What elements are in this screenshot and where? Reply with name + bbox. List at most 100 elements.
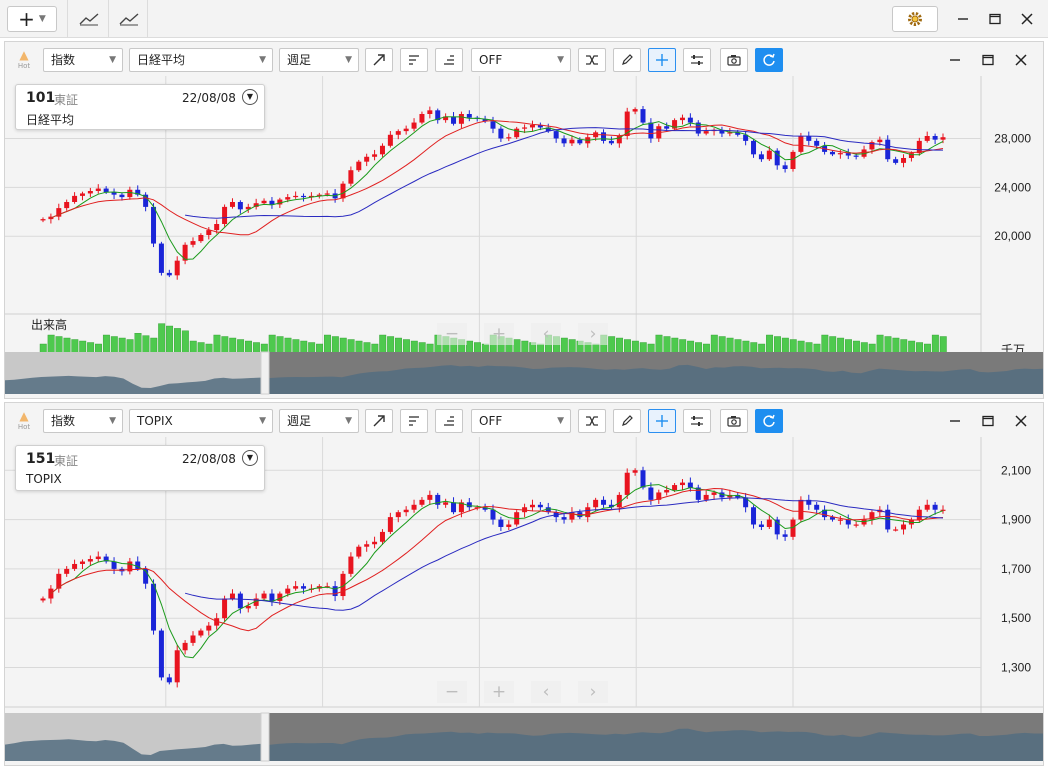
- camera-button[interactable]: [720, 409, 748, 433]
- y-tick-label: 1,700: [1001, 562, 1031, 576]
- volume-bar: [608, 336, 616, 355]
- type-select[interactable]: 指数 ▼: [43, 409, 123, 433]
- period-select-value: 週足: [287, 414, 312, 428]
- candle-body: [206, 230, 212, 235]
- chart-tab-icon[interactable]: [112, 4, 146, 34]
- volume-bar: [402, 339, 410, 355]
- refresh-button[interactable]: [755, 409, 783, 433]
- navigator-handle[interactable]: [260, 351, 270, 395]
- zoom-in-icon[interactable]: +: [492, 682, 506, 702]
- candle-body: [72, 195, 78, 202]
- volume-bar: [718, 336, 726, 355]
- hot-icon[interactable]: ▲ Hot: [14, 409, 34, 433]
- pencil-button[interactable]: [613, 48, 641, 72]
- close-icon[interactable]: [1009, 409, 1033, 433]
- maximize-icon[interactable]: [976, 409, 1000, 433]
- candle-body: [379, 531, 385, 542]
- chevron-down-icon[interactable]: ▼: [242, 89, 258, 105]
- zoom-in-icon[interactable]: +: [492, 324, 506, 344]
- trendline-button[interactable]: [365, 48, 393, 72]
- volume-bar: [766, 334, 774, 355]
- y-tick-label: 1,300: [1001, 661, 1031, 675]
- crosshair-button[interactable]: [648, 48, 676, 72]
- index-select[interactable]: TOPIX ▼: [129, 409, 273, 433]
- candle-body: [301, 195, 307, 198]
- close-icon[interactable]: [1009, 48, 1033, 72]
- volume-bar: [892, 337, 900, 355]
- candle-body: [506, 137, 512, 139]
- pan-left-icon[interactable]: ‹: [543, 324, 550, 344]
- volume-bar: [158, 323, 166, 355]
- navigator-handle[interactable]: [260, 712, 270, 762]
- candle-body: [237, 202, 243, 210]
- candle-body: [340, 183, 346, 199]
- index-select[interactable]: 日経平均 ▼: [129, 48, 273, 72]
- period-select-value: 週足: [287, 53, 312, 67]
- candle-body: [40, 598, 46, 601]
- sliders-button[interactable]: [683, 409, 711, 433]
- refresh-button[interactable]: [755, 48, 783, 72]
- candle-body: [111, 561, 117, 569]
- candle-body: [940, 137, 946, 140]
- align-top-button[interactable]: [400, 409, 428, 433]
- align-top-button[interactable]: [400, 48, 428, 72]
- period-select[interactable]: 週足 ▼: [279, 409, 359, 433]
- candle-body: [932, 504, 938, 510]
- index-code: 151: [26, 451, 56, 467]
- chevron-down-icon[interactable]: ▼: [242, 450, 258, 466]
- pan-left-icon[interactable]: ‹: [543, 682, 550, 702]
- minimize-icon[interactable]: [943, 48, 967, 72]
- sliders-button[interactable]: [683, 48, 711, 72]
- overlay-select[interactable]: OFF ▼: [471, 409, 571, 433]
- maximize-icon[interactable]: [976, 48, 1000, 72]
- add-chart-button[interactable]: + ▼: [7, 6, 57, 32]
- candle-body: [214, 224, 220, 231]
- trendline-button[interactable]: [365, 409, 393, 433]
- type-select[interactable]: 指数 ▼: [43, 48, 123, 72]
- pan-right-icon[interactable]: ›: [590, 324, 597, 344]
- camera-button[interactable]: [720, 48, 748, 72]
- volume-bar: [616, 337, 624, 355]
- zoom-out-icon[interactable]: −: [445, 682, 459, 702]
- settings-button[interactable]: [892, 6, 938, 32]
- period-select[interactable]: 週足 ▼: [279, 48, 359, 72]
- align-bottom-button[interactable]: [435, 48, 463, 72]
- shuffle-button[interactable]: [578, 409, 606, 433]
- y-tick-label: 1,500: [1001, 611, 1031, 625]
- align-bottom-button[interactable]: [435, 409, 463, 433]
- volume-bar: [939, 336, 947, 355]
- volume-bar: [821, 334, 829, 355]
- minimize-icon[interactable]: [950, 6, 976, 32]
- volume-bar: [829, 336, 837, 355]
- pencil-button[interactable]: [613, 409, 641, 433]
- candle-body: [577, 139, 583, 144]
- pan-right-icon[interactable]: ›: [590, 682, 597, 702]
- candle-body: [229, 202, 235, 207]
- volume-bar: [876, 334, 884, 355]
- zoom-out-icon[interactable]: −: [445, 324, 459, 344]
- candle-body: [601, 132, 607, 141]
- candle-body: [364, 544, 370, 547]
- hot-icon[interactable]: ▲ Hot: [14, 48, 34, 72]
- overlay-select[interactable]: OFF ▼: [471, 48, 571, 72]
- volume-bar: [726, 337, 734, 355]
- gear-icon: [908, 12, 922, 26]
- candle-body: [451, 116, 457, 124]
- info-card: 151 東証 22/08/08 TOPIX ▼: [15, 445, 265, 491]
- candle-body: [506, 524, 512, 527]
- close-icon[interactable]: [1014, 6, 1040, 32]
- volume-bar: [774, 336, 781, 355]
- volume-bar: [339, 337, 347, 355]
- chart-tab-icon[interactable]: [72, 4, 106, 34]
- candle-body: [229, 593, 235, 599]
- candle-body: [190, 241, 196, 245]
- minimize-icon[interactable]: [943, 409, 967, 433]
- shuffle-button[interactable]: [578, 48, 606, 72]
- candle-body: [158, 243, 164, 273]
- crosshair-button[interactable]: [648, 409, 676, 433]
- candle-body: [324, 193, 330, 195]
- volume-bar: [710, 334, 718, 355]
- maximize-icon[interactable]: [982, 6, 1008, 32]
- y-tick-label: 20,000: [994, 229, 1031, 243]
- candle-body: [648, 487, 654, 500]
